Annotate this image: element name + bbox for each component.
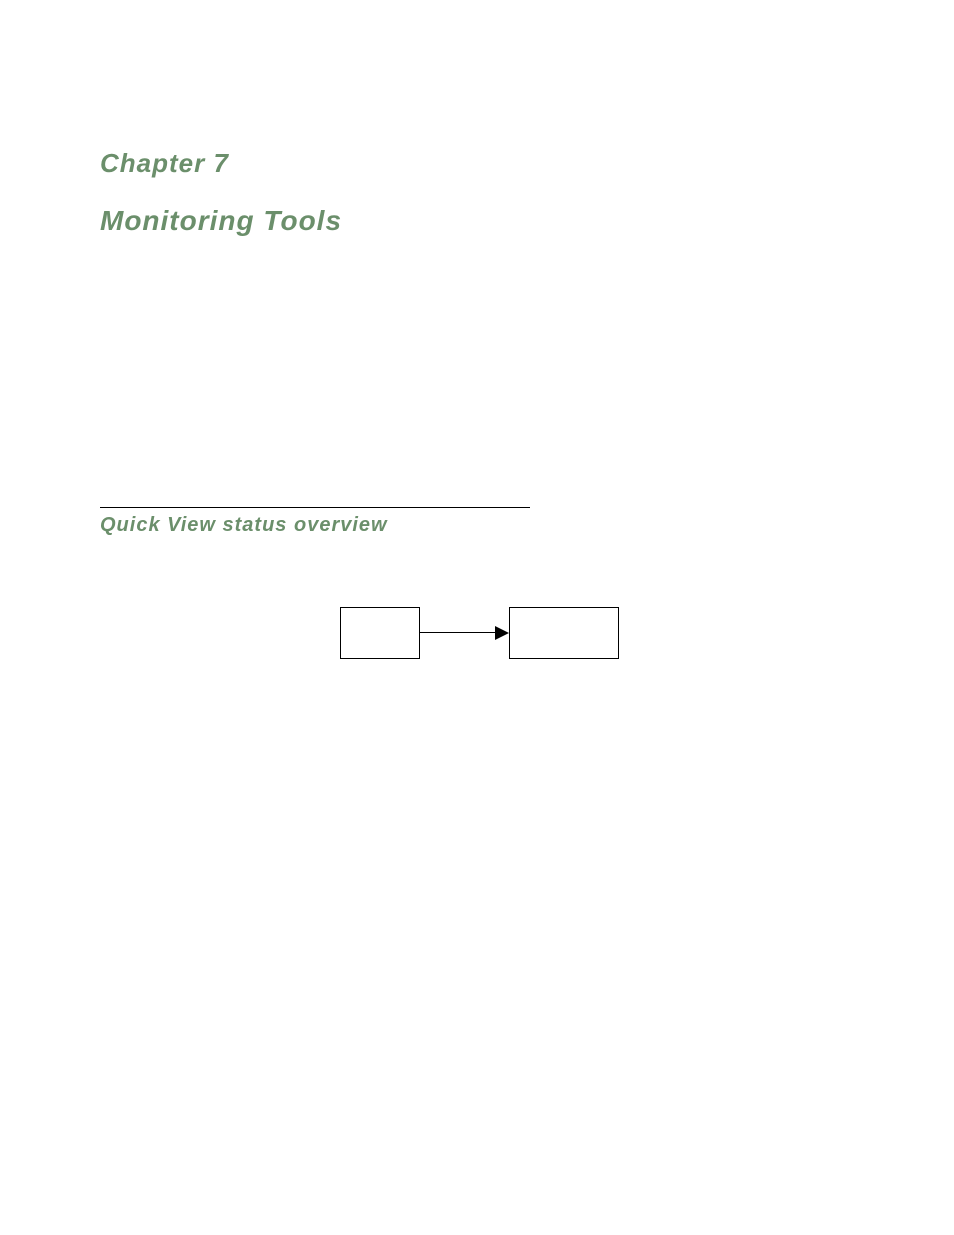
diagram-box-right — [509, 607, 619, 659]
chapter-title: Monitoring Tools — [100, 205, 342, 237]
section-heading: Quick View status overview — [100, 514, 388, 537]
chapter-label: Chapter 7 — [100, 148, 229, 179]
diagram-box-left — [340, 607, 420, 659]
section-divider — [100, 507, 530, 508]
flow-diagram — [340, 607, 620, 662]
page: Chapter 7 Monitoring Tools Quick View st… — [0, 0, 954, 1235]
arrow-line-icon — [420, 632, 498, 633]
arrow-right-icon — [495, 626, 509, 640]
